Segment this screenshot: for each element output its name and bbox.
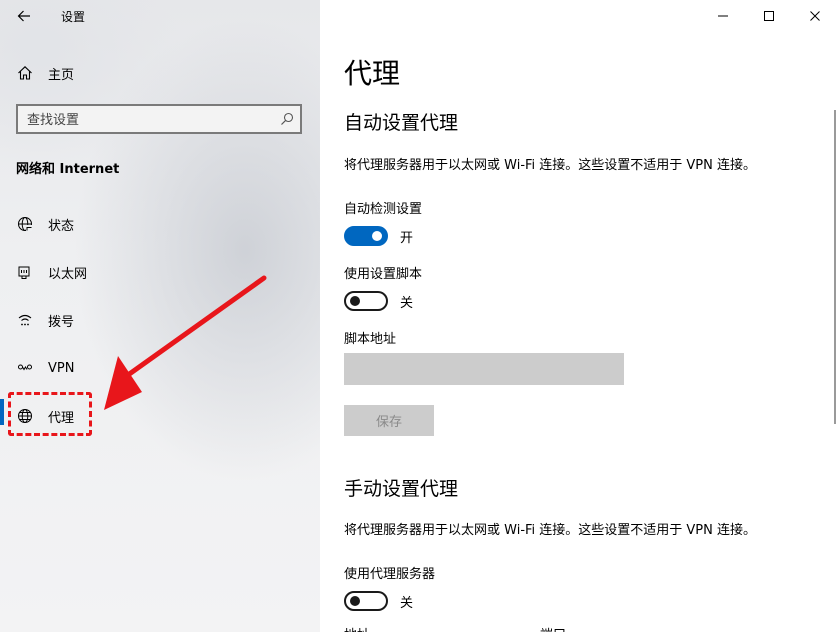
use-proxy-label: 使用代理服务器 [344, 567, 436, 582]
dialup-icon [16, 311, 34, 329]
manual-proxy-description: 将代理服务器用于以太网或 Wi-Fi 连接。这些设置不适用于 VPN 连接。 [344, 523, 757, 538]
sidebar-item-home[interactable]: 主页 [0, 56, 320, 90]
app-title: 设置 [61, 10, 86, 24]
sidebar-item-dialup[interactable]: 拨号 [0, 296, 320, 344]
sidebar-item-label: 状态 [48, 218, 75, 234]
sidebar-item-label: VPN [48, 360, 75, 376]
setup-script-toggle[interactable] [344, 291, 388, 311]
back-arrow-icon [17, 10, 30, 22]
ethernet-icon [16, 263, 34, 281]
sidebar-item-label: 主页 [48, 67, 75, 83]
sidebar-titlebar: 设置 [0, 0, 320, 32]
toggle-knob [350, 296, 360, 306]
minimize-button[interactable] [700, 0, 746, 32]
vpn-icon [16, 359, 34, 377]
script-address-label: 脚本地址 [344, 332, 397, 347]
main-content: 代理 自动设置代理 将代理服务器用于以太网或 Wi-Fi 连接。这些设置不适用于… [320, 0, 838, 632]
settings-window: 设置 主页 网络和 Internet [0, 0, 838, 632]
annotation-highlight-box [8, 392, 92, 436]
sidebar-item-ethernet[interactable]: 以太网 [0, 248, 320, 296]
script-address-input[interactable] [344, 353, 624, 385]
search-icon[interactable] [279, 111, 295, 127]
manual-proxy-heading: 手动设置代理 [344, 478, 459, 500]
toggle-knob [350, 596, 360, 606]
use-proxy-state: 关 [400, 595, 414, 611]
auto-detect-state: 开 [400, 230, 414, 246]
sidebar-item-status[interactable]: 状态 [0, 200, 320, 248]
save-button[interactable]: 保存 [344, 405, 434, 436]
search-box[interactable] [16, 104, 302, 134]
scrollbar[interactable] [834, 110, 836, 424]
window-controls [700, 0, 838, 32]
sidebar: 设置 主页 网络和 Internet [0, 0, 320, 632]
close-button[interactable] [792, 0, 838, 32]
proxy-field-labels: 地址 端口 [344, 624, 744, 632]
sidebar-item-label: 拨号 [48, 314, 75, 330]
minimize-icon [718, 15, 728, 17]
sidebar-item-label: 以太网 [48, 266, 88, 282]
maximize-button[interactable] [746, 0, 792, 32]
setup-script-label: 使用设置脚本 [344, 267, 423, 282]
close-icon [810, 11, 820, 21]
setup-script-row: 关 [344, 291, 413, 311]
port-label: 端口 [540, 624, 566, 632]
setup-script-state: 关 [400, 295, 414, 311]
sidebar-item-vpn[interactable]: VPN [0, 344, 320, 392]
use-proxy-row: 关 [344, 591, 413, 611]
auto-proxy-description: 将代理服务器用于以太网或 Wi-Fi 连接。这些设置不适用于 VPN 连接。 [344, 158, 757, 173]
auto-proxy-heading: 自动设置代理 [344, 112, 459, 134]
back-button[interactable] [8, 0, 40, 32]
use-proxy-toggle[interactable] [344, 591, 388, 611]
home-icon [16, 64, 34, 82]
page-title: 代理 [344, 57, 401, 90]
section-heading: 网络和 Internet [16, 162, 120, 177]
search-input[interactable] [27, 111, 267, 129]
maximize-icon [764, 11, 774, 21]
address-label: 地址 [344, 624, 370, 632]
toggle-knob [372, 231, 382, 241]
auto-detect-toggle[interactable] [344, 226, 388, 246]
auto-detect-label: 自动检测设置 [344, 202, 423, 217]
auto-detect-row: 开 [344, 226, 413, 246]
globe-status-icon [16, 215, 34, 233]
